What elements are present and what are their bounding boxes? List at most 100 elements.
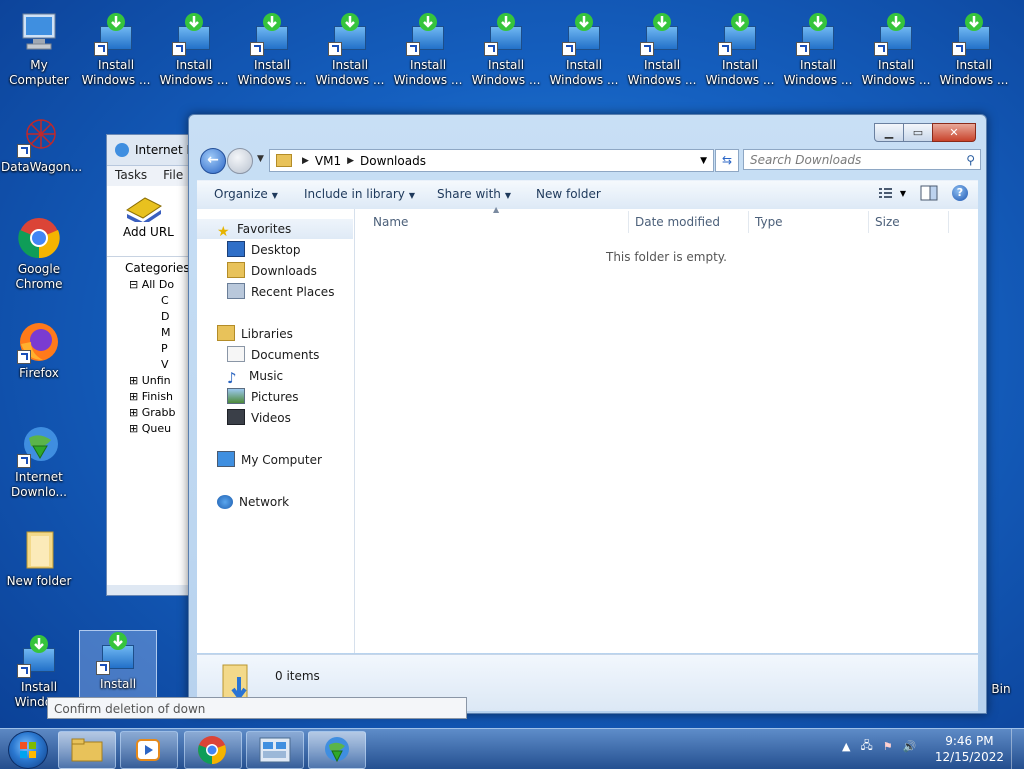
taskbar-explorer[interactable] xyxy=(58,731,116,769)
desktop-icon-label: Google Chrome xyxy=(15,262,63,291)
breadcrumb-vm1[interactable]: VM1 xyxy=(315,154,341,168)
tree-item[interactable]: ⊞ Finish xyxy=(109,389,195,405)
desktop-icon-idm[interactable]: Internet Downlo... xyxy=(1,424,77,500)
tree-item[interactable]: D xyxy=(109,309,195,325)
desktop-icon-firefox[interactable]: Firefox xyxy=(1,320,77,381)
taskbar-idm[interactable] xyxy=(308,731,366,769)
media-player-icon xyxy=(136,739,160,761)
chevron-down-icon[interactable]: ▼ xyxy=(700,156,707,166)
column-divider[interactable] xyxy=(868,211,869,233)
add-url-button[interactable]: Add URL xyxy=(107,186,197,239)
desktop-icon-label: Install xyxy=(799,58,837,72)
nav-favorites[interactable]: ★ Favorites xyxy=(197,219,353,240)
desktop-icon-install-windows-selected[interactable]: Install xyxy=(79,630,157,698)
column-divider[interactable] xyxy=(948,211,949,233)
explorer-window[interactable]: ▁ ▭ ✕ ← ▼ ▶ VM1 ▶ Downloads ▼ ⇆ Search D… xyxy=(188,114,987,714)
taskbar-media-player[interactable] xyxy=(120,731,178,769)
back-button[interactable]: ← xyxy=(200,148,226,174)
clock[interactable]: 9:46 PM 12/15/2022 xyxy=(935,733,1004,765)
maximize-button[interactable]: ▭ xyxy=(903,123,933,142)
tree-item[interactable]: P xyxy=(109,341,195,357)
column-divider[interactable] xyxy=(628,211,629,233)
help-icon[interactable]: ? xyxy=(952,185,968,201)
new-folder-button[interactable]: New folder xyxy=(536,187,601,201)
tree-item[interactable]: C xyxy=(109,293,195,309)
desktop-icon-chrome[interactable]: Google Chrome xyxy=(1,216,77,292)
desktop-icon-install-windows[interactable]: Install Windows ... xyxy=(156,12,232,88)
chevron-down-icon[interactable]: ▼ xyxy=(900,189,906,198)
chevron-right-icon[interactable]: ▶ xyxy=(302,156,309,166)
column-header-size[interactable]: Size xyxy=(875,215,900,229)
install-windows-icon xyxy=(406,12,450,56)
desktop-icon-new-folder[interactable]: New folder xyxy=(1,528,77,589)
music-icon: ♪ xyxy=(227,369,237,387)
close-button[interactable]: ✕ xyxy=(932,123,976,142)
desktop-icon-install-windows[interactable]: Install Windows ... xyxy=(468,12,544,88)
nav-downloads[interactable]: Downloads xyxy=(227,261,317,281)
tree-item[interactable]: V xyxy=(109,357,195,373)
include-in-library-button[interactable]: Include in library ▼ xyxy=(304,187,415,201)
column-divider[interactable] xyxy=(748,211,749,233)
taskbar-chrome[interactable] xyxy=(184,731,242,769)
refresh-button[interactable]: ⇆ xyxy=(715,149,739,172)
volume-icon[interactable]: 🔊 xyxy=(903,740,917,753)
action-center-icon[interactable]: ⚑ xyxy=(883,740,893,753)
show-hidden-icons-button[interactable]: ▲ xyxy=(842,740,850,753)
idm-menu-tasks[interactable]: Tasks xyxy=(107,166,155,184)
desktop-icon-my-computer[interactable]: My Computer xyxy=(1,12,77,88)
nav-music[interactable]: ♪ Music xyxy=(227,366,283,387)
chevron-right-icon[interactable]: ▶ xyxy=(347,156,354,166)
minimize-button[interactable]: ▁ xyxy=(874,123,904,142)
nav-videos[interactable]: Videos xyxy=(227,408,291,428)
tree-item[interactable]: M xyxy=(109,325,195,341)
desktop-icon-install-windows[interactable]: Install Windows ... xyxy=(780,12,856,88)
nav-recent-places[interactable]: Recent Places xyxy=(227,282,334,302)
taskbar-app[interactable] xyxy=(246,731,304,769)
preview-pane-icon[interactable] xyxy=(920,185,938,201)
column-header-type[interactable]: Type xyxy=(755,215,783,229)
breadcrumb-downloads[interactable]: Downloads xyxy=(360,154,426,168)
desktop-icon-install-windows[interactable]: Install Windows ... xyxy=(546,12,622,88)
address-bar[interactable]: ▶ VM1 ▶ Downloads ▼ xyxy=(269,149,714,172)
nav-pictures[interactable]: Pictures xyxy=(227,387,299,407)
desktop-icon-install-windows[interactable]: Install Windows ... xyxy=(234,12,310,88)
desktop-icon-install-windows[interactable]: Install Windows ... xyxy=(624,12,700,88)
show-desktop-button[interactable] xyxy=(1011,729,1024,769)
desktop-icon-install-windows[interactable]: Install Windows ... xyxy=(858,12,934,88)
install-windows-icon xyxy=(94,12,138,56)
share-with-button[interactable]: Share with ▼ xyxy=(437,187,511,201)
search-input[interactable]: Search Downloads ⚲ xyxy=(743,149,981,170)
column-header-date-modified[interactable]: Date modified xyxy=(635,215,720,229)
organize-button[interactable]: Organize ▼ xyxy=(214,187,278,201)
start-button[interactable] xyxy=(8,731,48,769)
desktop-icon-install-windows[interactable]: Install Windows ... xyxy=(78,12,154,88)
nav-desktop[interactable]: Desktop xyxy=(227,240,301,260)
desktop-icon-datawagon[interactable]: DataWagon... xyxy=(1,114,82,175)
desktop-icon-label: Windows ... xyxy=(939,73,1009,87)
desktop-icon-install-windows[interactable]: Install Windows ... xyxy=(936,12,1012,88)
column-header-name[interactable]: Name xyxy=(373,215,408,229)
idm-menu-file[interactable]: File xyxy=(155,166,191,184)
desktop-icon-install-windows[interactable]: Install Windows ... xyxy=(312,12,388,88)
forward-button[interactable] xyxy=(227,148,253,174)
nav-network[interactable]: Network xyxy=(217,492,289,512)
desktop-icon-install-windows[interactable]: Install Windows ... xyxy=(390,12,466,88)
idm-window[interactable]: Internet D Tasks File Add URL Categories … xyxy=(106,134,198,596)
tree-item[interactable]: ⊞ Queu xyxy=(109,421,195,437)
nav-documents[interactable]: Documents xyxy=(227,345,319,365)
desktop-icon-install-windows[interactable]: Install Windows ... xyxy=(702,12,778,88)
tree-item[interactable]: ⊟ All Do xyxy=(109,277,195,293)
nav-libraries[interactable]: Libraries xyxy=(217,324,293,344)
recent-pages-dropdown[interactable]: ▼ xyxy=(257,154,264,164)
view-options-icon[interactable] xyxy=(878,185,896,201)
tree-item[interactable]: ⊞ Unfin xyxy=(109,373,195,389)
desktop-icon-recycle-bin[interactable]: Bin xyxy=(986,682,1016,697)
network-tray-icon[interactable]: 🖧 xyxy=(860,737,872,756)
navigation-bar: ← ▼ ▶ VM1 ▶ Downloads ▼ ⇆ Search Downloa… xyxy=(197,148,981,174)
categories-label: Categories xyxy=(125,261,190,275)
tree-item[interactable]: ⊞ Grabb xyxy=(109,405,195,421)
folder-icon xyxy=(71,738,103,762)
install-windows-icon xyxy=(718,12,762,56)
nav-my-computer[interactable]: My Computer xyxy=(217,450,322,470)
desktop-icon-label: Bin xyxy=(991,682,1011,696)
